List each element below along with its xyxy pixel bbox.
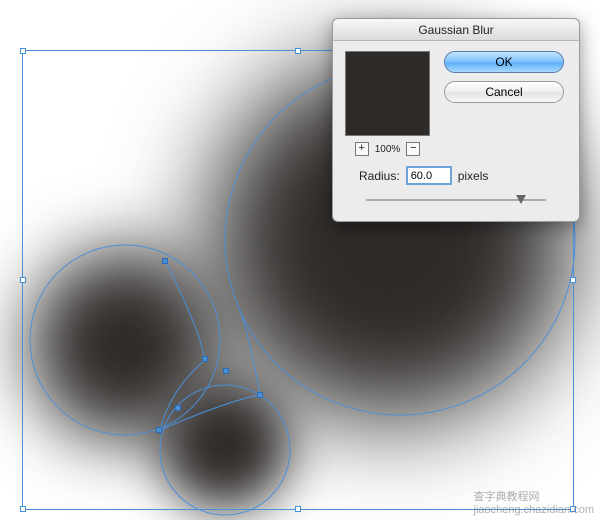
anchor-point[interactable]	[175, 405, 181, 411]
cancel-button[interactable]: Cancel	[444, 81, 564, 103]
anchor-point[interactable]	[223, 368, 229, 374]
zoom-percent-label: 100%	[375, 144, 401, 155]
anchor-point[interactable]	[257, 392, 263, 398]
watermark: 查字典教程网 jiaocheng.chazidian.com	[474, 488, 594, 516]
resize-handle-tl[interactable]	[20, 48, 26, 54]
resize-handle-tm[interactable]	[295, 48, 301, 54]
slider-thumb[interactable]	[516, 195, 526, 204]
resize-handle-ml[interactable]	[20, 277, 26, 283]
anchor-point[interactable]	[156, 427, 162, 433]
gaussian-blur-dialog: Gaussian Blur + 100% − OK Cancel Radius:…	[332, 18, 580, 222]
radius-slider[interactable]	[366, 193, 546, 207]
resize-handle-mr[interactable]	[570, 277, 576, 283]
blurred-circle-small	[160, 380, 290, 510]
radius-label: Radius:	[359, 169, 400, 183]
zoom-in-button[interactable]: +	[355, 142, 369, 156]
anchor-point[interactable]	[202, 356, 208, 362]
radius-input[interactable]	[406, 166, 452, 185]
zoom-out-button[interactable]: −	[406, 142, 420, 156]
preview-thumbnail[interactable]	[345, 51, 430, 136]
resize-handle-bl[interactable]	[20, 506, 26, 512]
ok-button[interactable]: OK	[444, 51, 564, 73]
dialog-title[interactable]: Gaussian Blur	[333, 19, 579, 41]
radius-unit-label: pixels	[458, 169, 489, 183]
resize-handle-bm[interactable]	[295, 506, 301, 512]
anchor-point[interactable]	[162, 258, 168, 264]
